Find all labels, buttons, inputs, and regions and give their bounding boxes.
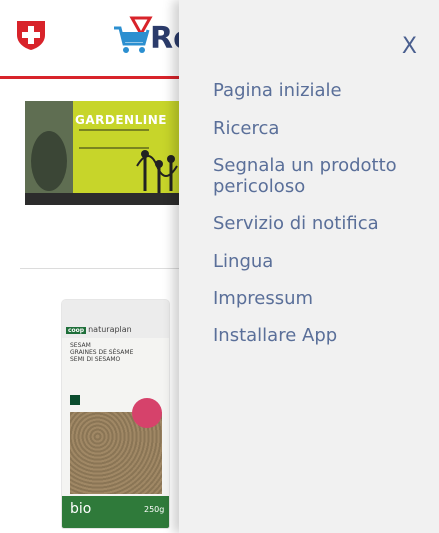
product-bottom-strip <box>25 193 179 205</box>
product-image-sesame[interactable]: coop naturaplan SESAM GRAINES DE SÉSAME S… <box>62 300 169 528</box>
garden-lights-icon <box>136 150 178 194</box>
shopping-cart-icon[interactable] <box>112 16 154 56</box>
product-photo-lamp <box>25 101 73 205</box>
header-accent-line <box>0 76 180 79</box>
product-badge <box>132 398 162 428</box>
swiss-shield-icon[interactable] <box>14 18 48 52</box>
menu-item-search[interactable]: Ricerca <box>213 118 279 139</box>
fairtrade-icon <box>70 395 80 405</box>
menu-item-home[interactable]: Pagina iniziale <box>213 80 342 101</box>
close-button[interactable]: X <box>402 34 417 59</box>
list-divider <box>20 268 180 269</box>
menu-item-install-app[interactable]: Installare App <box>213 325 337 346</box>
navigation-drawer: X Pagina iniziale Ricerca Segnala un pro… <box>179 0 439 533</box>
menu-item-report-dangerous-product[interactable]: Segnala un prodotto pericoloso <box>213 155 423 197</box>
product-image-garden-lights[interactable]: GARDENLINE <box>25 101 179 205</box>
bio-label: bio <box>70 501 92 517</box>
product-label-text: SESAM GRAINES DE SÉSAME SEMI DI SESAMO <box>70 342 134 363</box>
product-brand-logo: coop naturaplan <box>66 325 132 334</box>
menu-item-notification-service[interactable]: Servizio di notifica <box>213 213 379 234</box>
menu-item-impressum[interactable]: Impressum <box>213 288 313 309</box>
menu-item-language[interactable]: Lingua <box>213 251 273 272</box>
weight-label: 250g <box>144 505 165 514</box>
product-brand-logo: GARDENLINE <box>75 113 167 127</box>
